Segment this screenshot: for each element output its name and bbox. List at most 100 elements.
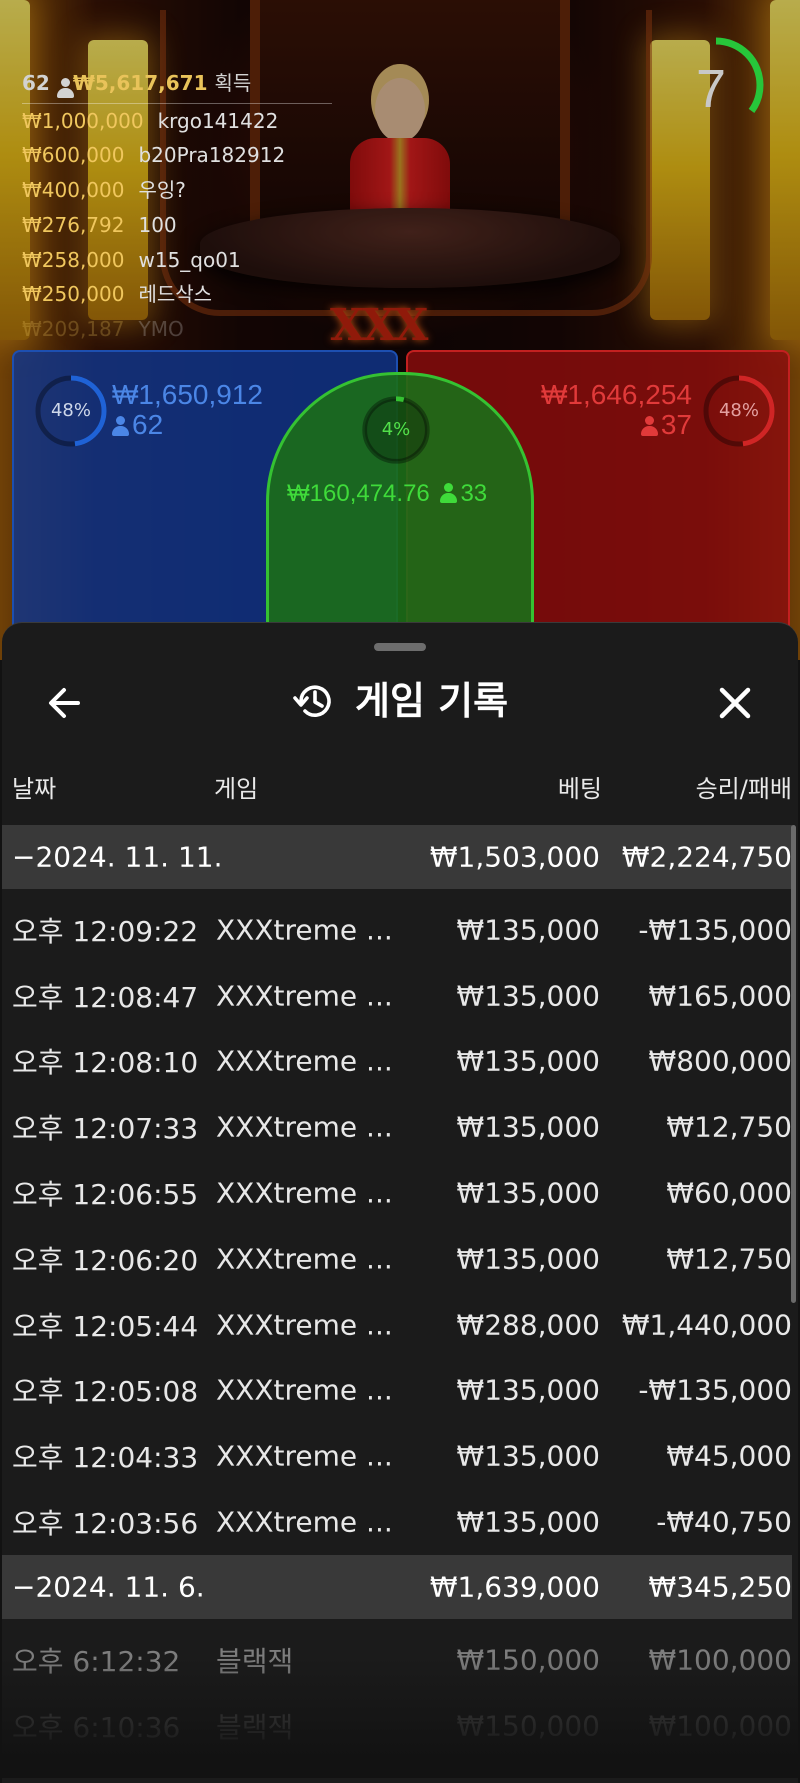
history-result: ₩1,440,000 bbox=[621, 1308, 792, 1342]
history-result: ₩165,000 bbox=[648, 979, 792, 1013]
history-row[interactable]: 오후 12:08:10 XXXtreme ... ₩135,000 ₩800,000 bbox=[2, 1029, 792, 1095]
history-row[interactable]: 오후 12:09:22 XXXtreme ... ₩135,000 -₩135,000 bbox=[2, 897, 792, 963]
history-game: 블랙잭 bbox=[216, 1710, 294, 1744]
winners-header: 62 ₩5,617,671 획득 bbox=[22, 66, 332, 104]
live-game-scene: XXX 62 ₩5,617,671 획득 ₩1,000,000 krgo14142… bbox=[0, 0, 800, 660]
history-time: 오후 12:05:08 bbox=[12, 1375, 199, 1409]
history-result: ₩100,000 bbox=[648, 1643, 792, 1677]
history-bet: ₩135,000 bbox=[456, 1044, 600, 1078]
history-game: XXXtreme ... bbox=[216, 1044, 393, 1078]
history-time: 오후 12:05:44 bbox=[12, 1309, 199, 1343]
winner-name: 우잉? bbox=[138, 178, 186, 203]
history-game: XXXtreme ... bbox=[216, 1439, 393, 1473]
history-bet: ₩135,000 bbox=[456, 1505, 600, 1539]
history-result: ₩100,000 bbox=[648, 1709, 792, 1743]
person-icon bbox=[440, 483, 458, 503]
winner-row: ₩1,000,000 krgo141422 bbox=[22, 104, 332, 139]
column-game: 게임 bbox=[214, 775, 259, 803]
winner-name: 레드삭스 bbox=[138, 282, 213, 307]
history-game: XXXtreme ... bbox=[216, 1505, 393, 1539]
winner-name: b20Pra182912 bbox=[138, 143, 286, 168]
history-time: 오후 6:10:36 bbox=[12, 1710, 181, 1744]
date-group-entries: 오후 6:12:32 블랙잭 ₩150,000 ₩100,000 오후 6:10:36 블… bbox=[2, 1619, 792, 1759]
history-row[interactable]: 오후 6:12:32 블랙잭 ₩150,000 ₩100,000 bbox=[2, 1627, 792, 1693]
history-time: 오후 12:04:33 bbox=[12, 1441, 199, 1475]
player-percent-ring: 48% bbox=[32, 372, 110, 450]
history-row[interactable]: 오후 12:04:33 XXXtreme ... ₩135,000 ₩45,000 bbox=[2, 1423, 792, 1489]
history-bet: ₩135,000 bbox=[456, 1373, 600, 1407]
scrollbar[interactable] bbox=[791, 825, 796, 1303]
group-bet-total: ₩1,503,000 bbox=[429, 840, 600, 874]
history-game: XXXtreme ... bbox=[216, 1373, 393, 1407]
history-bet: ₩135,000 bbox=[456, 1242, 600, 1276]
history-bet: ₩135,000 bbox=[456, 1439, 600, 1473]
tie-bet-amount: ₩160,474.76 bbox=[287, 480, 430, 507]
panel-title: 게임 기록 bbox=[355, 679, 509, 723]
history-list[interactable]: −2024. 11. 11. ₩1,503,000 ₩2,224,750 오후 12:… bbox=[2, 825, 792, 1759]
history-row[interactable]: 오후 12:05:44 XXXtreme ... ₩288,000 ₩1,440,00… bbox=[2, 1292, 792, 1358]
group-date: −2024. 11. 11. bbox=[12, 840, 223, 874]
history-game: XXXtreme ... bbox=[216, 1242, 393, 1276]
person-icon bbox=[640, 416, 658, 436]
player-stats: ₩1,650,912 62 bbox=[112, 380, 263, 440]
history-game: XXXtreme ... bbox=[216, 1176, 393, 1210]
history-time: 오후 12:06:55 bbox=[12, 1178, 199, 1212]
history-result: ₩60,000 bbox=[666, 1176, 792, 1210]
history-bet: ₩135,000 bbox=[456, 979, 600, 1013]
date-group-header[interactable]: −2024. 11. 11. ₩1,503,000 ₩2,224,750 bbox=[2, 825, 792, 889]
history-row[interactable]: 오후 12:03:56 XXXtreme ... ₩135,000 -₩40,750 bbox=[2, 1489, 792, 1555]
history-row[interactable]: 오후 12:05:08 XXXtreme ... ₩135,000 -₩135,000 bbox=[2, 1358, 792, 1424]
close-button[interactable] bbox=[710, 678, 760, 728]
winner-row: ₩400,000 우잉? bbox=[22, 173, 332, 208]
winner-row: ₩258,000 w15_qo01 bbox=[22, 243, 332, 278]
winner-amount: ₩250,000 bbox=[22, 282, 125, 307]
winner-amount: ₩276,792 bbox=[22, 212, 125, 237]
history-row[interactable]: 오후 12:08:47 XXXtreme ... ₩135,000 ₩165,000 bbox=[2, 963, 792, 1029]
history-bet: ₩135,000 bbox=[456, 913, 600, 947]
history-result: ₩800,000 bbox=[648, 1044, 792, 1078]
history-row[interactable]: 오후 12:07:33 XXXtreme ... ₩135,000 ₩12,750 bbox=[2, 1094, 792, 1160]
player-bet-amount: ₩1,650,912 bbox=[112, 379, 263, 410]
game-history-panel: 게임 기록 날짜 게임 베팅 승리/패배 −2024. 11. 11. ₩1,50… bbox=[2, 622, 798, 1783]
tie-bet-zone[interactable]: 4% ₩160,474.76 33 bbox=[266, 372, 534, 660]
history-game: XXXtreme ... bbox=[216, 979, 393, 1013]
history-time: 오후 12:07:33 bbox=[12, 1112, 199, 1146]
winner-row: ₩250,000 레드삭스 bbox=[22, 277, 332, 312]
column-result: 승리/패배 bbox=[695, 775, 792, 803]
tie-percent-ring: 4% bbox=[359, 393, 433, 467]
column-headers: 날짜 게임 베팅 승리/패배 bbox=[2, 763, 798, 811]
winner-row: ₩276,792 100 bbox=[22, 208, 332, 243]
history-row[interactable]: 오후 12:06:20 XXXtreme ... ₩135,000 ₩12,750 bbox=[2, 1226, 792, 1292]
history-game: XXXtreme ... bbox=[216, 1308, 393, 1342]
date-group-entries: 오후 12:09:22 XXXtreme ... ₩135,000 -₩135,000… bbox=[2, 889, 792, 1555]
history-time: 오후 12:09:22 bbox=[12, 914, 199, 948]
group-bet-total: ₩1,639,000 bbox=[429, 1570, 600, 1604]
timer-value: 7 bbox=[696, 59, 727, 119]
drag-handle[interactable] bbox=[374, 643, 426, 651]
panel-header: 게임 기록 bbox=[2, 671, 798, 731]
history-bet: ₩288,000 bbox=[456, 1308, 600, 1342]
history-icon bbox=[293, 685, 331, 717]
group-result-total: ₩2,224,750 bbox=[621, 840, 792, 874]
winner-amount: ₩1,000,000 bbox=[22, 108, 144, 133]
player-count: 62 bbox=[132, 409, 164, 440]
date-group-header[interactable]: −2024. 11. 6. ₩1,639,000 ₩345,250 bbox=[2, 1554, 792, 1619]
history-result: -₩135,000 bbox=[638, 913, 792, 947]
history-row[interactable]: 오후 6:10:36 블랙잭 ₩150,000 ₩100,000 bbox=[2, 1693, 792, 1759]
history-game: XXXtreme ... bbox=[216, 913, 393, 947]
winner-amount: ₩600,000 bbox=[22, 143, 125, 168]
countdown-timer: 7 bbox=[668, 30, 768, 140]
group-date: −2024. 11. 6. bbox=[12, 1570, 205, 1604]
history-time: 오후 12:03:56 bbox=[12, 1507, 199, 1541]
banker-percent-ring: 48% bbox=[700, 372, 778, 450]
column-bet: 베팅 bbox=[557, 775, 602, 803]
winner-row: ₩209,187 YMO bbox=[22, 312, 332, 347]
tie-stats: ₩160,474.76 33 bbox=[287, 479, 487, 509]
history-result: ₩45,000 bbox=[666, 1439, 792, 1473]
history-row[interactable]: 오후 12:06:55 XXXtreme ... ₩135,000 ₩60,000 bbox=[2, 1160, 792, 1226]
history-game: 블랙잭 bbox=[216, 1644, 294, 1678]
person-icon bbox=[56, 78, 74, 98]
winner-name: YMO bbox=[138, 316, 184, 341]
close-icon bbox=[719, 687, 751, 719]
history-bet: ₩150,000 bbox=[456, 1643, 600, 1677]
